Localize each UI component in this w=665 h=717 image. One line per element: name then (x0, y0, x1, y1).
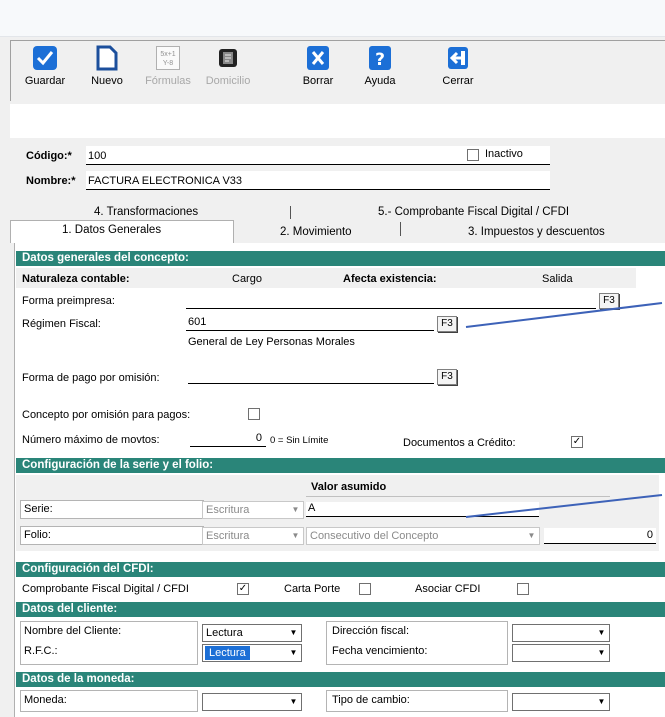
pointer-line-regimen (465, 302, 663, 328)
annotation-lines (465, 302, 663, 518)
pointer-line-serie (465, 494, 663, 518)
